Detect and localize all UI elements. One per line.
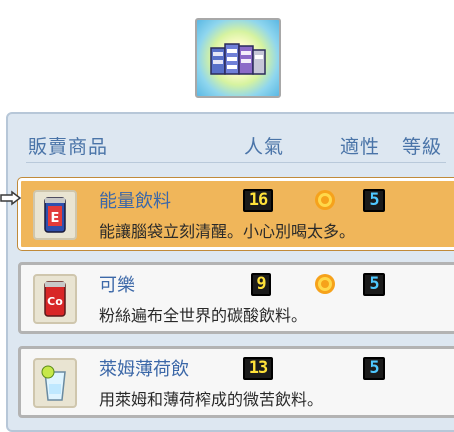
- list-item-lime-mint-drink[interactable]: 萊姆薄荷飲 13 5 用萊姆和薄荷榨成的微苦飲料。: [18, 346, 454, 418]
- popularity-value: 13: [243, 357, 273, 380]
- item-description: 粉絲遍布全世界的碳酸飲料。: [99, 306, 308, 325]
- header-suitability-column: 適性: [340, 136, 381, 158]
- list-item-energy-drink[interactable]: E 能量飲料 16 5 能讓腦袋立刻清醒。小心別喝太多。: [18, 178, 454, 250]
- pointer-hand-icon: [0, 190, 22, 206]
- sun-icon: [315, 190, 335, 210]
- item-name: 能量飲料: [99, 191, 171, 212]
- shop-category-icon: [195, 18, 281, 98]
- sun-icon: [315, 274, 335, 294]
- svg-text:E: E: [51, 211, 60, 226]
- level-value: 5: [363, 357, 385, 380]
- lime-mint-glass-icon: [33, 358, 77, 408]
- list-item-cola[interactable]: Co 可樂 9 5 粉絲遍布全世界的碳酸飲料。: [18, 262, 454, 334]
- item-name: 可樂: [99, 275, 135, 296]
- header-level-column: 等級: [402, 136, 443, 158]
- svg-text:Co: Co: [47, 295, 63, 308]
- popularity-value: 16: [243, 189, 273, 212]
- header-item-column: 販賣商品: [28, 136, 109, 158]
- header-divider: [26, 162, 446, 163]
- popularity-value: 9: [251, 273, 271, 296]
- header-popularity-column: 人氣: [244, 136, 285, 158]
- cola-can-icon: Co: [33, 274, 77, 324]
- energy-drink-can-icon: E: [33, 190, 77, 240]
- item-description: 能讓腦袋立刻清醒。小心別喝太多。: [99, 222, 356, 241]
- drink-cans-icon: [210, 43, 266, 75]
- item-description: 用萊姆和薄荷榨成的微苦飲料。: [99, 390, 324, 409]
- level-value: 5: [363, 189, 385, 212]
- item-name: 萊姆薄荷飲: [99, 359, 189, 380]
- level-value: 5: [363, 273, 385, 296]
